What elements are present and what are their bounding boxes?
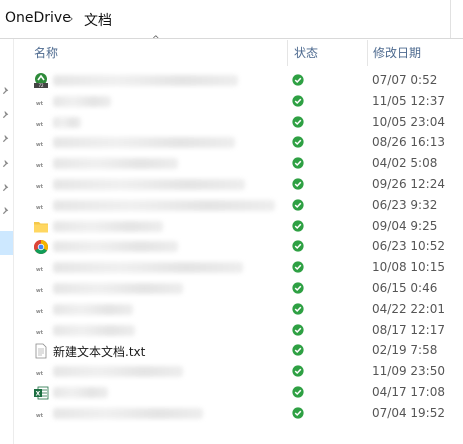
svg-text:wt: wt <box>36 309 44 315</box>
svg-text:wt: wt <box>36 330 44 336</box>
file-row[interactable]: wt 10/05 23:04 <box>29 112 449 134</box>
breadcrumb-root[interactable]: OneDrive <box>5 10 71 26</box>
svg-text:wt: wt <box>36 205 44 211</box>
file-row[interactable]: 06/23 10:52 <box>29 236 449 258</box>
redacted-file-name <box>53 75 238 86</box>
column-header-modified[interactable]: 修改日期 <box>373 44 421 61</box>
svg-text:wt: wt <box>36 413 44 419</box>
svg-text:wt: wt <box>36 163 44 169</box>
pin-icon <box>2 206 9 215</box>
redacted-file-name <box>53 241 178 253</box>
right-margin <box>449 39 463 444</box>
redacted-file-name <box>53 95 111 107</box>
redacted-file-name <box>53 137 235 149</box>
modified-date: 06/23 9:32 <box>372 197 438 212</box>
file-row[interactable]: wt 04/22 22:01 <box>29 299 449 321</box>
redacted-file-name <box>53 303 133 315</box>
svg-text:wt: wt <box>36 288 44 294</box>
file-row[interactable]: wt 11/09 23:50 <box>29 361 449 383</box>
address-bar[interactable]: OneDrive › 文档 <box>0 0 463 39</box>
file-row[interactable]: X 04/17 17:08 <box>29 382 449 404</box>
redacted-file-name <box>53 262 243 274</box>
svg-text:wt: wt <box>36 101 44 107</box>
file-row[interactable]: 72 07/07 0:52 <box>29 70 449 92</box>
file-row[interactable]: wt 06/15 0:46 <box>29 278 449 300</box>
pin-icon <box>2 86 9 95</box>
chevron-right-icon: › <box>69 12 74 25</box>
column-header-name[interactable]: 名称 <box>34 44 58 61</box>
modified-date: 08/26 16:13 <box>372 135 445 150</box>
file-row[interactable]: wt 06/23 9:32 <box>29 195 449 217</box>
svg-text:wt: wt <box>36 122 44 128</box>
file-row[interactable]: wt 11/05 12:37 <box>29 91 449 113</box>
file-name: 新建文本文档.txt <box>53 345 146 360</box>
modified-date: 06/23 10:52 <box>372 239 445 254</box>
column-header-status[interactable]: 状态 <box>294 44 318 61</box>
redacted-file-name <box>53 407 203 419</box>
modified-date: 04/17 17:08 <box>372 385 445 399</box>
modified-date: 02/19 7:58 <box>372 343 438 358</box>
pin-icon <box>2 183 9 192</box>
pin-icon <box>2 110 9 119</box>
modified-date: 11/09 23:50 <box>372 364 445 379</box>
file-row[interactable]: 09/04 9:25 <box>29 216 449 238</box>
redacted-file-name <box>53 199 275 211</box>
redacted-file-name <box>53 387 108 398</box>
svg-text:wt: wt <box>36 142 44 148</box>
modified-date: 09/04 9:25 <box>372 218 438 233</box>
redacted-file-name <box>53 220 163 232</box>
svg-text:wt: wt <box>36 267 44 273</box>
redacted-file-name <box>53 366 183 378</box>
pin-icon <box>2 159 9 168</box>
pin-icon <box>2 134 9 143</box>
modified-date: 10/08 10:15 <box>372 260 445 275</box>
breadcrumb-current[interactable]: 文档 <box>84 10 112 30</box>
modified-date: 10/05 23:04 <box>372 114 445 129</box>
modified-date: 06/15 0:46 <box>372 281 438 295</box>
column-divider[interactable] <box>367 40 368 66</box>
file-row[interactable]: wt 08/26 16:13 <box>29 132 449 154</box>
modified-date: 07/04 19:52 <box>372 405 445 420</box>
svg-text:wt: wt <box>36 184 44 190</box>
nav-selected-item[interactable] <box>0 231 13 255</box>
file-row[interactable]: wt 04/02 5:08 <box>29 153 449 175</box>
redacted-file-name <box>53 283 183 294</box>
modified-date: 07/07 0:52 <box>372 73 438 87</box>
modified-date: 04/02 5:08 <box>372 156 438 171</box>
file-row[interactable]: wt 07/04 19:52 <box>29 403 449 425</box>
modified-date: 09/26 12:24 <box>372 177 445 191</box>
redacted-file-name <box>53 116 81 128</box>
file-row[interactable]: wt 08/17 12:17 <box>29 320 449 342</box>
navigation-pane[interactable] <box>0 39 14 444</box>
svg-text:wt: wt <box>36 371 44 377</box>
file-row[interactable]: wt 09/26 12:24 <box>29 174 449 196</box>
redacted-file-name <box>53 179 245 190</box>
modified-date: 08/17 12:17 <box>372 322 445 337</box>
svg-text:X: X <box>36 391 41 398</box>
redacted-file-name <box>53 158 178 170</box>
address-bar-divider <box>450 0 451 38</box>
sort-ascending-icon: ^ <box>152 35 160 45</box>
file-row[interactable]: 新建文本文档.txt 02/19 7:58 <box>29 340 449 362</box>
redacted-file-name <box>53 324 135 336</box>
column-divider[interactable] <box>287 40 288 66</box>
modified-date: 11/05 12:37 <box>372 93 445 108</box>
file-row[interactable]: wt 10/08 10:15 <box>29 257 449 279</box>
svg-text:72: 72 <box>38 83 44 88</box>
modified-date: 04/22 22:01 <box>372 301 445 316</box>
